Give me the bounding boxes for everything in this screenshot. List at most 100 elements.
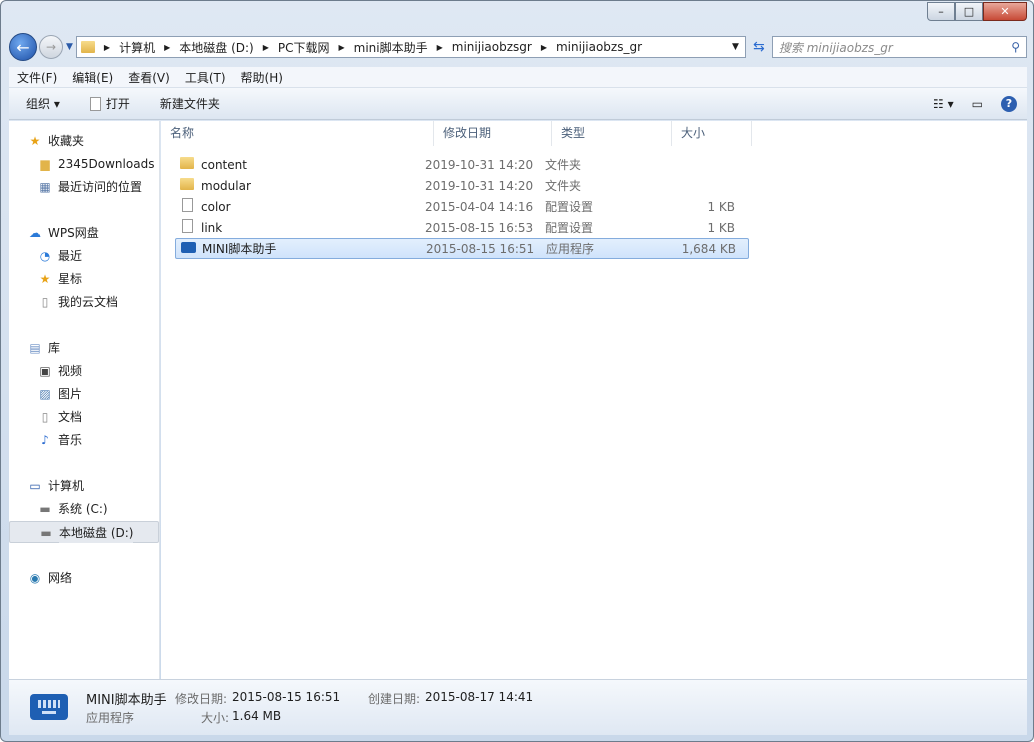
history-dropdown[interactable]: ▼ <box>66 42 73 52</box>
help-icon[interactable]: ? <box>1001 95 1017 112</box>
file-name: content <box>201 157 247 172</box>
new-folder-button[interactable]: 新建文件夹 <box>160 95 220 112</box>
column-header[interactable]: 大小 <box>672 121 752 146</box>
navigation-pane: ★ 收藏夹 ▆ 2345Downloads ▦ 最近访问的位置 ☁ WPS网盘 ◔ 最近 … <box>9 121 160 679</box>
sidebar-item-drive-d[interactable]: ▬ 本地磁盘 (D:) <box>9 521 159 543</box>
file-row[interactable]: link 2015-08-15 16:53 配置设置 1 KB <box>175 217 749 238</box>
file-date: 2015-08-15 16:51 <box>426 241 535 256</box>
breadcrumb-separator-icon[interactable]: ▶ <box>541 43 547 52</box>
document-icon: ▯ <box>41 409 49 424</box>
column-header[interactable]: 类型 <box>552 121 672 146</box>
back-button[interactable]: ← <box>9 33 37 61</box>
breadcrumb-item[interactable]: minijiaobzs_gr <box>556 40 642 54</box>
file-row[interactable]: content 2019-10-31 14:20 文件夹 <box>175 154 749 175</box>
file-name: color <box>201 199 231 214</box>
music-icon: ♪ <box>41 432 49 447</box>
sidebar-item-label: 库 <box>48 337 61 358</box>
file-name-cell: link <box>175 219 425 236</box>
open-button[interactable]: 打开 <box>89 95 130 112</box>
sidebar-item-network[interactable]: ◉ 网络 <box>9 567 159 589</box>
file-row[interactable]: color 2015-04-04 14:16 配置设置 1 KB <box>175 196 749 217</box>
open-icon <box>89 96 101 111</box>
file-name: MINI脚本助手 <box>202 242 277 256</box>
organize-button[interactable]: 组织 ▾ <box>26 95 60 112</box>
breadcrumb-separator-icon[interactable]: ▶ <box>339 43 345 52</box>
breadcrumb-separator-icon[interactable]: ▶ <box>164 43 170 52</box>
file-row[interactable]: MINI脚本助手 2015-08-15 16:51 应用程序 1,684 KB <box>175 238 749 259</box>
breadcrumb-item[interactable]: 计算机 <box>119 39 155 56</box>
sidebar-item-label: 最近 <box>58 245 83 266</box>
drive-icon: ▬ <box>40 525 52 540</box>
library-icon: ▤ <box>29 340 41 355</box>
sidebar-item-documents[interactable]: ▯ 文档 <box>9 406 159 428</box>
sidebar-item-starred[interactable]: ★ 星标 <box>9 268 159 290</box>
address-dropdown[interactable]: ▼ <box>726 42 745 52</box>
breadcrumb-item[interactable]: mini脚本助手 <box>354 39 428 56</box>
column-header[interactable]: 修改日期 <box>434 121 552 146</box>
view-options-button[interactable]: ☷ ▾ <box>933 97 954 111</box>
file-icon-shape <box>181 219 193 233</box>
sidebar-item-label: 图片 <box>58 383 83 404</box>
menu-item[interactable]: 编辑(E) <box>72 69 113 86</box>
sidebar-item-libraries[interactable]: ▤ 库 <box>9 337 159 359</box>
breadcrumb-item[interactable]: 本地磁盘 (D:) <box>179 39 253 56</box>
sidebar-item-computer[interactable]: ▭ 计算机 <box>9 475 159 497</box>
sidebar-item-label: WPS网盘 <box>48 222 99 243</box>
address-bar[interactable]: ▶ 计算机 ▶ 本地磁盘 (D:) ▶ PC下载网 ▶ mini脚本助手 ▶ minijiaobz… <box>75 36 746 58</box>
column-header[interactable]: 名称 <box>161 121 434 146</box>
breadcrumb-separator-icon[interactable]: ▶ <box>437 43 443 52</box>
file-icon-shape <box>180 241 196 253</box>
breadcrumb-separator-icon[interactable]: ▶ <box>263 43 269 52</box>
sidebar-item-label: 文档 <box>58 406 83 427</box>
file-type: 应用程序 <box>546 242 595 256</box>
menu-bar: 文件(F) 编辑(E) 查看(V) 工具(T) 帮助(H) <box>9 67 1027 88</box>
file-name-cell: color <box>175 198 425 215</box>
maximize-button[interactable]: □ <box>955 2 983 21</box>
sidebar-item-label: 我的云文档 <box>58 291 119 312</box>
forward-button[interactable]: → <box>39 35 63 59</box>
file-type: 文件夹 <box>545 179 582 193</box>
sidebar-item-pictures[interactable]: ▨ 图片 <box>9 383 159 405</box>
sidebar-item-recent[interactable]: ◔ 最近 <box>9 245 159 267</box>
minimize-button[interactable]: – <box>927 2 955 21</box>
folder-icon <box>179 157 195 172</box>
file-size: 1 KB <box>707 220 735 235</box>
sidebar-item-label: 网络 <box>48 567 73 588</box>
search-input[interactable]: 搜索 minijiaobzs_gr ⚲ <box>771 36 1027 58</box>
sidebar-item-2345downloads[interactable]: ▆ 2345Downloads <box>9 153 159 175</box>
menu-item[interactable]: 工具(T) <box>185 69 226 86</box>
sidebar-item-label: 星标 <box>58 268 83 289</box>
breadcrumb-item[interactable]: minijiaobzsgr <box>452 40 532 54</box>
menu-item[interactable]: 文件(F) <box>17 69 57 86</box>
video-icon: ▣ <box>39 363 51 378</box>
sidebar-item-label: 系统 (C:) <box>58 498 108 519</box>
breadcrumb-separator-icon[interactable]: ▶ <box>104 43 110 52</box>
preview-pane-button[interactable]: ▭ <box>972 97 983 111</box>
sidebar-item-cloud-docs[interactable]: ▯ 我的云文档 <box>9 291 159 313</box>
sidebar-item-wps-drive[interactable]: ☁ WPS网盘 <box>9 222 159 244</box>
folder-icon: ▆ <box>40 156 50 171</box>
application-icon <box>180 241 196 256</box>
breadcrumb-item[interactable]: PC下载网 <box>278 39 330 56</box>
cloud-icon: ☁ <box>29 225 41 240</box>
menu-item[interactable]: 查看(V) <box>128 69 170 86</box>
menu-item[interactable]: 帮助(H) <box>241 69 283 86</box>
document-icon: ▯ <box>41 294 49 309</box>
file-row[interactable]: modular 2019-10-31 14:20 文件夹 <box>175 175 749 196</box>
close-button[interactable]: ✕ <box>983 2 1027 21</box>
config-file-icon <box>179 219 195 236</box>
sidebar-item-label: 视频 <box>58 360 83 381</box>
sidebar-item-music[interactable]: ♪ 音乐 <box>9 429 159 451</box>
file-name-cell: MINI脚本助手 <box>176 240 426 257</box>
sidebar-item-favorites[interactable]: ★ 收藏夹 <box>9 130 159 152</box>
sidebar-item-videos[interactable]: ▣ 视频 <box>9 360 159 382</box>
sidebar-item-recent-places[interactable]: ▦ 最近访问的位置 <box>9 176 159 198</box>
config-file-icon <box>179 198 195 215</box>
app-icon <box>30 694 68 720</box>
sidebar-item-drive-c[interactable]: ▬ 系统 (C:) <box>9 498 159 520</box>
file-date: 2019-10-31 14:20 <box>425 178 534 193</box>
file-type: 文件夹 <box>545 158 582 172</box>
file-date: 2015-04-04 14:16 <box>425 199 534 214</box>
search-icon[interactable]: ⚲ <box>1011 40 1020 54</box>
refresh-button[interactable]: ⇆ <box>746 39 772 55</box>
